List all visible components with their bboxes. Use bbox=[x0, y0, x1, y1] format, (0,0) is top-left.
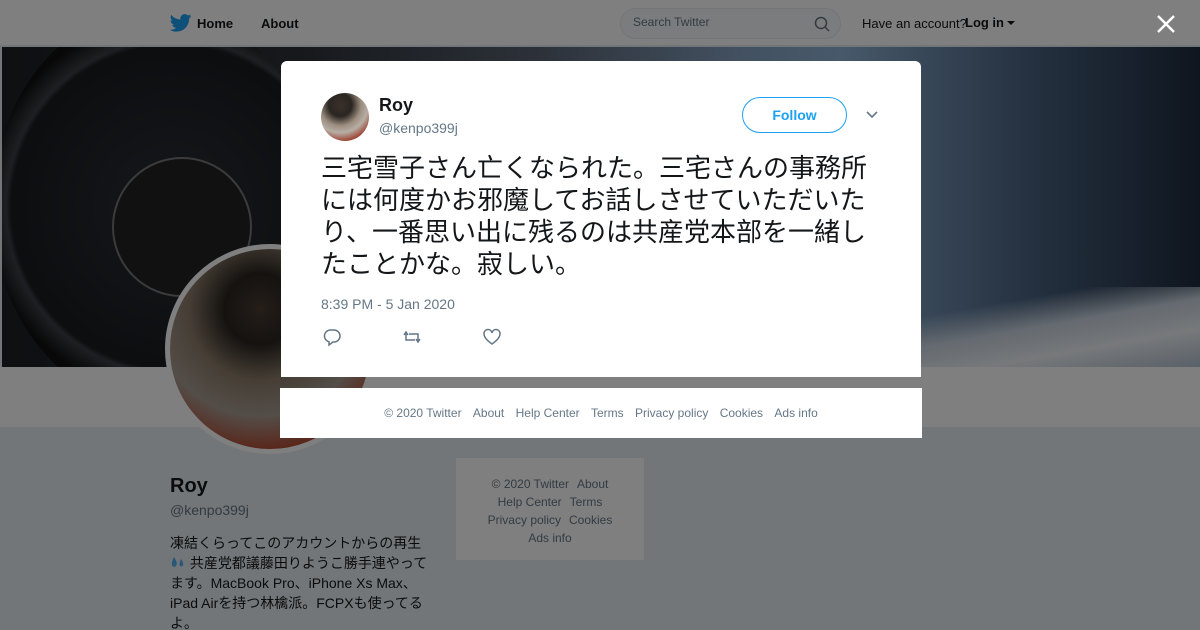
follow-button[interactable]: Follow bbox=[742, 97, 847, 133]
footer-cookies-link[interactable]: Cookies bbox=[720, 406, 763, 420]
retweet-icon[interactable] bbox=[402, 327, 422, 347]
footer-about-link[interactable]: About bbox=[473, 406, 504, 420]
tweet-author-name[interactable]: Roy bbox=[379, 95, 413, 116]
footer-privacy-link[interactable]: Privacy policy bbox=[635, 406, 708, 420]
modal-footer: © 2020 Twitter About Help Center Terms P… bbox=[280, 388, 922, 438]
tweet-author-avatar[interactable] bbox=[321, 93, 369, 141]
footer-help-link[interactable]: Help Center bbox=[516, 406, 580, 420]
reply-icon[interactable] bbox=[322, 327, 342, 347]
footer-terms-link[interactable]: Terms bbox=[591, 406, 624, 420]
heart-icon[interactable] bbox=[482, 327, 502, 347]
tweet-author-handle[interactable]: @kenpo399j bbox=[379, 120, 458, 136]
close-icon[interactable] bbox=[1154, 12, 1178, 36]
tweet-modal: Roy @kenpo399j Follow 三宅雪子さん亡くなられた。三宅さんの… bbox=[281, 61, 921, 377]
chevron-down-icon[interactable] bbox=[865, 108, 879, 122]
footer-ads-link[interactable]: Ads info bbox=[774, 406, 817, 420]
tweet-text: 三宅雪子さん亡くなられた。三宅さんの事務所には何度かお邪魔してお話しさせていただ… bbox=[321, 154, 868, 280]
tweet-timestamp[interactable]: 8:39 PM - 5 Jan 2020 bbox=[321, 296, 455, 312]
footer-copyright: © 2020 Twitter bbox=[384, 406, 462, 420]
